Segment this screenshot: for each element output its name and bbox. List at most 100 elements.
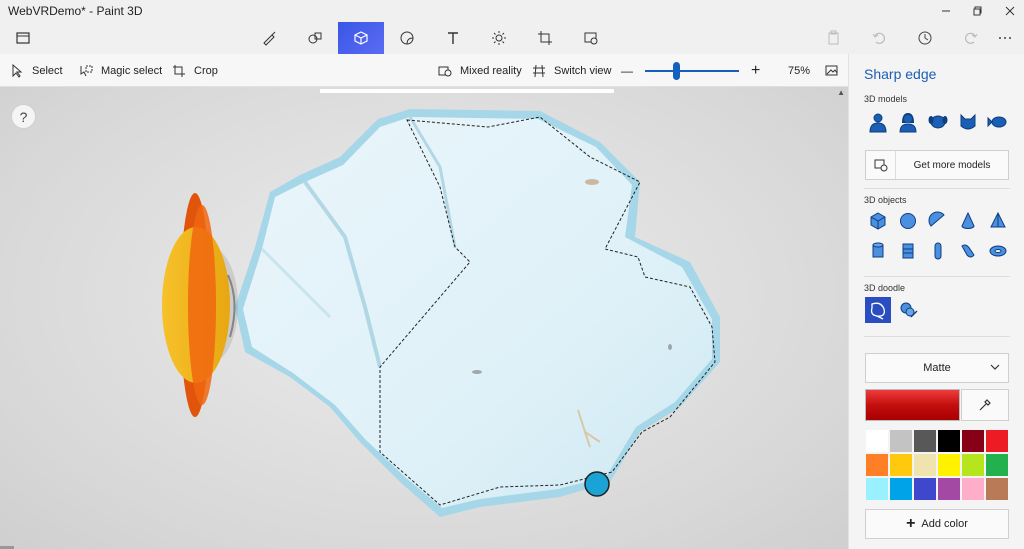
zoom-in-button[interactable]: + [751,54,760,87]
effects-icon [492,31,506,45]
help-label: ? [19,108,28,125]
sub-toolbar: Select Magic select Crop Mixed reality S… [0,54,848,87]
tab-remix3d[interactable] [568,22,614,54]
woman-model-icon[interactable] [895,109,921,135]
color-swatch[interactable] [937,429,961,453]
color-swatch[interactable] [913,453,937,477]
color-swatch[interactable] [985,453,1009,477]
color-swatch[interactable] [889,453,913,477]
rotation-handle[interactable] [584,471,610,497]
cube-icon[interactable] [865,208,891,234]
color-swatch[interactable] [865,429,889,453]
tab-canvas[interactable] [522,22,568,54]
zoom-out-button[interactable]: — [621,54,633,87]
cone-rounded-icon[interactable] [955,238,981,264]
zoom-slider-thumb[interactable] [673,62,681,80]
sphere-icon[interactable] [895,208,921,234]
objects-label: 3D objects [864,195,907,205]
zoom-slider-track[interactable] [645,70,739,72]
color-swatch[interactable] [937,453,961,477]
tab-text[interactable] [430,22,476,54]
pyramid-icon[interactable] [985,208,1011,234]
menu-button[interactable] [0,22,46,54]
undo-icon [872,32,885,44]
maximize-icon[interactable] [962,0,994,22]
orange-disc-front[interactable] [188,205,216,405]
folder-icon [16,32,30,44]
switch-view-button[interactable]: Switch view [532,54,611,87]
select-button[interactable]: Select [10,54,63,87]
magic-select-button[interactable]: Magic select [79,54,162,87]
view-options-button[interactable] [825,54,839,87]
tab-3d-shapes[interactable] [338,22,384,54]
fish-model-icon[interactable] [985,109,1011,135]
minimize-icon[interactable] [930,0,962,22]
color-swatch[interactable] [937,477,961,501]
color-swatch[interactable] [865,453,889,477]
more-icon [999,37,1011,39]
scene-3d[interactable] [0,87,848,549]
sharp-edge-doodle-icon[interactable] [865,297,891,323]
crop-button[interactable]: Crop [172,54,218,87]
divider [864,188,1010,189]
dog-model-icon[interactable] [925,109,951,135]
more-button[interactable] [986,22,1024,54]
capsule-icon[interactable] [925,238,951,264]
magic-select-label: Magic select [101,64,163,77]
models-label: 3D models [864,94,908,104]
color-swatch[interactable] [913,477,937,501]
tab-2d-shapes[interactable] [292,22,338,54]
cylinder-icon[interactable] [865,238,891,264]
current-color[interactable] [865,389,960,421]
color-swatch[interactable] [889,429,913,453]
add-color-button[interactable]: + Add color [865,509,1009,539]
tab-effects[interactable] [476,22,522,54]
history-button[interactable] [902,22,948,54]
color-swatch[interactable] [961,477,985,501]
plus-icon: + [906,515,916,532]
tube-icon[interactable] [895,238,921,264]
eyedropper-button[interactable] [961,389,1009,421]
color-swatch[interactable] [913,429,937,453]
title-bar: WebVRDemo* - Paint 3D [0,0,1024,22]
mixed-reality-label: Mixed reality [460,64,522,77]
tab-stickers[interactable] [384,22,430,54]
torus-icon[interactable] [985,238,1011,264]
eyedropper-icon [979,399,991,411]
help-button[interactable]: ? [11,104,36,129]
close-icon[interactable] [994,0,1024,22]
redo-icon [965,32,978,44]
select-label: Select [32,64,63,77]
remix3d-icon [584,32,598,45]
paste-button[interactable] [810,22,856,54]
soft-edge-doodle-icon[interactable] [895,297,921,323]
cone-icon[interactable] [955,208,981,234]
tab-brushes[interactable] [246,22,292,54]
cat-model-icon[interactable] [955,109,981,135]
material-dropdown[interactable]: Matte [865,353,1009,383]
get-more-models-button[interactable]: Get more models [865,150,1009,180]
2d-shapes-icon [308,32,322,44]
man-model-icon[interactable] [865,109,891,135]
zoom-out-label: — [621,63,633,78]
color-swatch[interactable] [865,477,889,501]
brush-icon [263,31,276,46]
crop-icon [173,64,185,77]
undo-button[interactable] [856,22,902,54]
canvas[interactable]: ? ▲ [0,87,848,549]
panel-title: Sharp edge [864,66,937,82]
color-swatch[interactable] [985,429,1009,453]
hemisphere-icon[interactable] [925,208,951,234]
canvas-icon [538,31,552,45]
color-swatch[interactable] [889,477,913,501]
color-swatch[interactable] [961,453,985,477]
scroll-up-icon[interactable]: ▲ [837,88,845,97]
add-color-label: Add color [921,518,968,530]
vertical-scrollbar[interactable]: ▲ [836,87,848,549]
color-swatch[interactable] [961,429,985,453]
canvas-edge [320,89,614,93]
switch-view-label: Switch view [554,64,612,77]
sticker-icon [400,31,414,45]
color-swatch[interactable] [985,477,1009,501]
mixed-reality-button[interactable]: Mixed reality [438,54,522,87]
